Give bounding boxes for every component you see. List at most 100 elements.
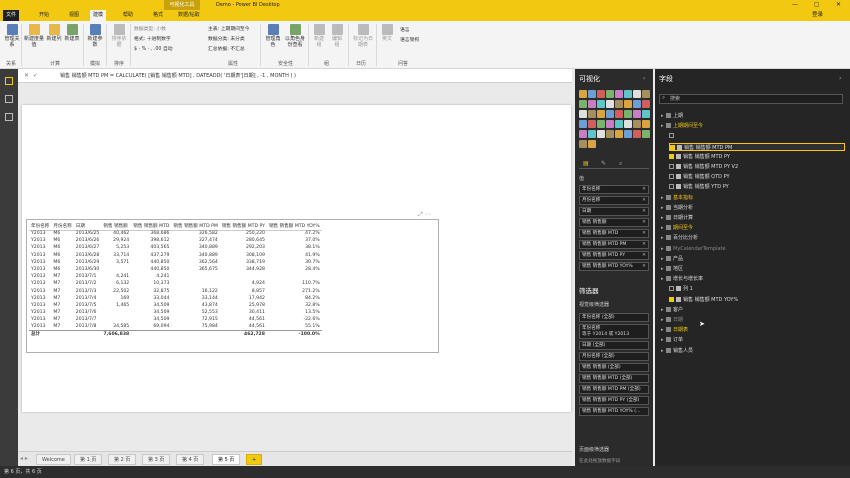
remove-field-icon[interactable]: ✕ <box>642 230 646 237</box>
visual-type-icon[interactable] <box>597 100 605 108</box>
visual-type-icon[interactable] <box>642 110 650 118</box>
field-checkbox[interactable] <box>669 184 674 190</box>
login-link[interactable]: 登录 <box>812 10 823 21</box>
summarize-by-dropdown[interactable]: 汇总依据: 不汇总 <box>208 45 245 52</box>
close-icon[interactable]: ✕ <box>836 0 841 10</box>
visual-type-icon[interactable] <box>642 90 650 98</box>
manage-roles-button[interactable]: 管理角色 <box>264 24 282 48</box>
mark-date-table-button[interactable]: 标记为日期表 <box>352 24 374 48</box>
value-well-item[interactable]: 年份名称 ✕ <box>579 185 649 194</box>
formula-bar[interactable]: ✕ ✓ 销售 销售额 MTD PM = CALCULATE( [销售 销售额 M… <box>18 69 572 83</box>
column-header[interactable]: 销售 销售额 MTD YOY% <box>266 222 322 231</box>
field-item[interactable]: 销售 销售额 MTD PM <box>669 142 845 151</box>
visual-type-icon[interactable] <box>642 100 650 108</box>
tab-home[interactable]: 开始 <box>36 10 52 21</box>
value-well-item[interactable]: 日期 ✕ <box>579 207 649 216</box>
visual-type-icon[interactable] <box>588 110 596 118</box>
value-well-item[interactable]: 销售 销售额 MTD YOY% ✕ <box>579 262 649 271</box>
remove-field-icon[interactable]: ✕ <box>642 197 646 204</box>
visual-type-icon[interactable] <box>579 130 587 138</box>
filter-card[interactable]: 销售 销售额 MTD YOY% (... <box>579 407 649 416</box>
visual-type-icon[interactable] <box>615 90 623 98</box>
maximize-icon[interactable]: ▢ <box>814 0 820 10</box>
visual-type-icon[interactable] <box>624 110 632 118</box>
visual-type-icon[interactable] <box>633 90 641 98</box>
visual-type-icon[interactable] <box>624 90 632 98</box>
column-header[interactable]: 销售 销售额 MTD PY <box>219 222 267 231</box>
visual-type-icon[interactable] <box>624 120 632 128</box>
visual-type-icon[interactable] <box>588 120 596 128</box>
visual-type-icon[interactable] <box>624 100 632 108</box>
data-type-label[interactable]: 数据类型: 小数 <box>134 25 166 32</box>
page-tab-welcome[interactable]: Welcome <box>36 454 71 465</box>
column-header[interactable]: 日期 <box>73 222 102 231</box>
remove-field-icon[interactable]: ✕ <box>642 219 646 226</box>
field-item[interactable] <box>669 132 676 140</box>
report-view-icon[interactable] <box>5 77 13 85</box>
value-well-item[interactable]: 销售 销售额 MTD PY ✕ <box>579 251 649 260</box>
filter-card[interactable]: 日期 (全部) <box>579 341 649 350</box>
visual-type-icon[interactable] <box>606 120 614 128</box>
field-table[interactable]: ▸ 上期 <box>661 112 683 120</box>
sort-by-button[interactable]: 排序依据 <box>110 24 128 48</box>
page-tab-5[interactable]: 第 5 页 <box>212 454 241 465</box>
visual-type-icon[interactable] <box>579 120 587 128</box>
fields-tab-icon[interactable]: ▤ <box>583 160 589 167</box>
visual-type-icon[interactable] <box>615 110 623 118</box>
field-item[interactable]: 销售 销售额 QTD PY <box>669 173 730 181</box>
tab-data-drill[interactable]: 数据/钻取 <box>175 10 203 21</box>
field-checkbox[interactable] <box>669 153 674 159</box>
field-table[interactable]: ▸ 客户 <box>661 306 683 314</box>
filter-card[interactable]: 销售 销售额 (全部) <box>579 363 649 372</box>
number-format-controls[interactable]: $ · % · , .00 自动 <box>134 45 173 52</box>
remove-field-icon[interactable]: ✕ <box>642 186 646 193</box>
visual-type-icon[interactable] <box>633 130 641 138</box>
visual-type-icon[interactable] <box>588 90 596 98</box>
page-filters-drop-text[interactable]: 在此处拖放数据字段 <box>579 458 620 464</box>
visual-type-icon[interactable] <box>606 100 614 108</box>
view-as-roles-button[interactable]: 以角色身份查看 <box>284 24 306 48</box>
remove-field-icon[interactable]: ✕ <box>642 252 646 259</box>
column-header[interactable]: 销售 销售额 MTD <box>131 222 172 231</box>
filter-card[interactable]: 销售 销售额 MTD PY (全部) <box>579 396 649 405</box>
tab-file[interactable]: 文件 <box>3 10 20 21</box>
linguistic-schema-button[interactable]: 英文 <box>380 24 394 42</box>
analytics-icon[interactable]: ⌕ <box>619 160 622 168</box>
visual-type-icon[interactable] <box>606 90 614 98</box>
visual-type-icon[interactable] <box>633 110 641 118</box>
column-header[interactable]: 销售 销售额 MTD PM <box>171 222 220 231</box>
focus-mode-icon[interactable]: ⤢ ⋯ <box>418 211 431 219</box>
visual-type-icon[interactable] <box>588 140 596 148</box>
field-item[interactable]: 销售 销售额 MTD YOY% <box>669 296 738 304</box>
field-item[interactable]: 列 1 <box>669 285 693 293</box>
visual-type-icon[interactable] <box>633 100 641 108</box>
field-table[interactable]: ▸ 基本指标 <box>661 194 693 202</box>
field-table[interactable]: ▸ 日期计算 <box>661 214 693 222</box>
formula-text[interactable]: 销售 销售额 MTD PM = CALCULATE( [销售 销售额 MTD] … <box>60 72 296 79</box>
value-well-item[interactable]: 销售 销售额 ✕ <box>579 218 649 227</box>
field-table[interactable]: ▸ 增长与增长率 <box>661 275 703 283</box>
tab-modeling[interactable]: 建模 <box>90 10 107 21</box>
field-table[interactable]: ▸ 日期表 <box>661 326 688 334</box>
filter-card[interactable]: 年份名称 等于 Y2014 或 Y2013 <box>579 324 649 339</box>
visual-type-icon[interactable] <box>642 130 650 138</box>
visual-type-icon[interactable] <box>597 130 605 138</box>
visual-type-icon[interactable] <box>633 120 641 128</box>
linguistic-schema-dropdown[interactable]: 语言架构 <box>400 36 419 43</box>
visual-type-icon[interactable] <box>579 100 587 108</box>
field-table[interactable]: ▸ MyCalendarTemplate <box>661 245 726 253</box>
data-view-icon[interactable] <box>5 95 13 103</box>
tab-view[interactable]: 视图 <box>66 10 82 21</box>
edit-group-button[interactable]: 编辑组 <box>330 24 344 48</box>
manage-relationships-button[interactable]: 管理关系 <box>3 24 21 48</box>
visual-type-icon[interactable] <box>579 110 587 118</box>
home-table-dropdown[interactable]: 主表: 上期期间至今 <box>208 25 250 32</box>
new-column-button[interactable]: 新建列 <box>46 24 62 42</box>
visual-type-icon[interactable] <box>588 130 596 138</box>
visual-type-icon[interactable] <box>606 130 614 138</box>
column-header[interactable]: 月份名称 <box>51 222 74 231</box>
new-parameter-button[interactable]: 新建参数 <box>86 24 104 48</box>
field-item[interactable]: 销售 销售额 MTD PY V2 <box>669 163 738 171</box>
remove-field-icon[interactable]: ✕ <box>642 208 646 215</box>
page-nav-arrows[interactable]: ◂ ▸ <box>20 455 28 462</box>
